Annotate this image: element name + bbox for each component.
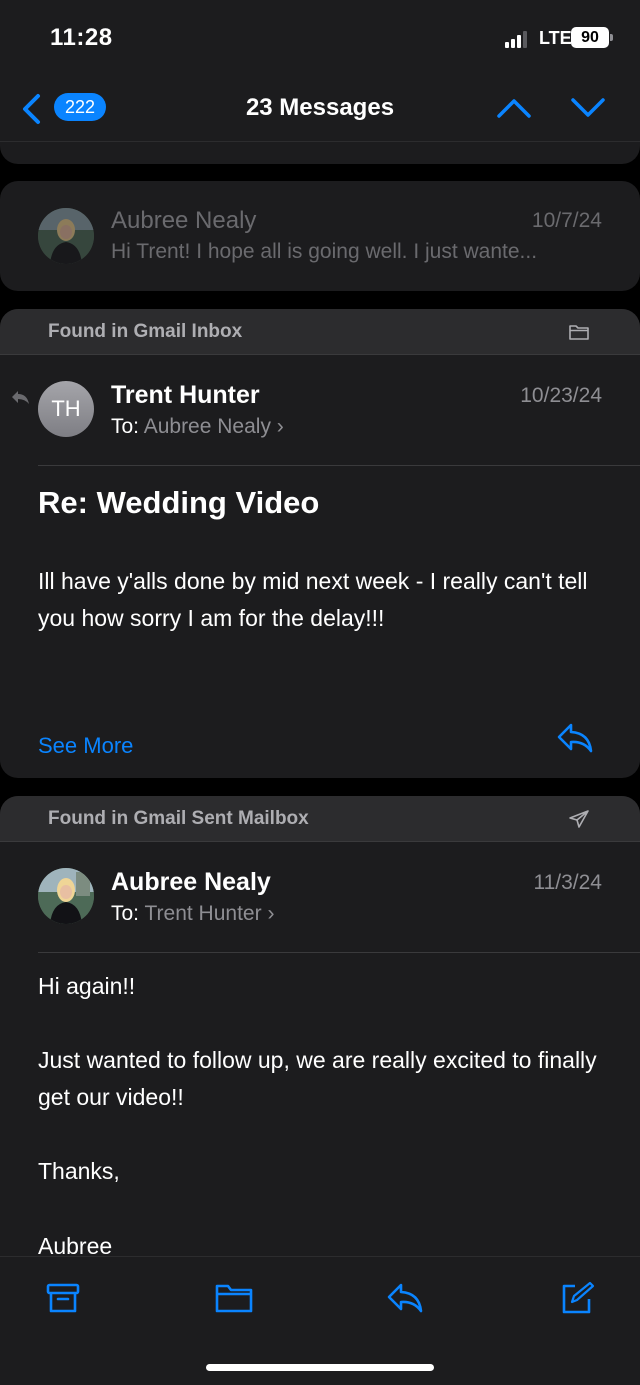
message-body-line: Thanks, <box>38 1158 120 1184</box>
to-label: To: <box>111 902 140 925</box>
compose-icon <box>562 1281 595 1314</box>
message-card: Found in Gmail Inbox TH Trent Hunter 10/… <box>0 309 640 778</box>
chevron-up-icon <box>497 99 531 118</box>
recipient-line[interactable]: To: Trent Hunter › <box>111 902 274 926</box>
mailbox-label: Found in Gmail Inbox <box>48 321 243 342</box>
message-date: 10/7/24 <box>531 209 602 232</box>
message-card: Found in Gmail Sent Mailbox Aubree Nealy… <box>0 796 640 1316</box>
mailbox-header: Found in Gmail Sent Mailbox <box>0 796 640 842</box>
recipient-name[interactable]: Aubree Nealy <box>144 415 271 438</box>
next-message-button[interactable] <box>570 96 606 120</box>
see-more-link[interactable]: See More <box>38 733 133 759</box>
previous-card-edge <box>0 142 640 164</box>
folder-icon <box>568 323 590 341</box>
divider <box>38 952 640 953</box>
chevron-right-icon: › <box>267 902 275 925</box>
reply-icon <box>557 723 593 753</box>
reply-icon <box>387 1283 423 1313</box>
recipient-line[interactable]: To: Aubree Nealy › <box>111 415 284 439</box>
message-snippet: Hi Trent! I hope all is going well. I ju… <box>111 240 538 263</box>
message-body-line: Just wanted to follow up, we are really … <box>38 1047 597 1110</box>
message-body: Ill have y'alls done by mid next week - … <box>38 568 588 631</box>
archive-button[interactable] <box>45 1281 81 1315</box>
network-type: LTE <box>539 28 572 48</box>
avatar <box>38 208 94 264</box>
status-bar: 11:28 LTE 90 <box>0 0 640 80</box>
previous-message-button[interactable] <box>496 96 532 120</box>
message-sender[interactable]: Trent Hunter <box>111 381 260 410</box>
message-subject: Re: Wedding Video <box>38 485 320 520</box>
folder-icon <box>215 1284 253 1313</box>
avatar <box>38 868 94 924</box>
nav-bar: 222 23 Messages <box>0 80 640 142</box>
message-date: 11/3/24 <box>533 871 602 894</box>
chevron-down-icon <box>571 98 605 117</box>
message-sender: Aubree Nealy <box>111 207 257 234</box>
home-indicator[interactable] <box>206 1364 434 1371</box>
reply-button[interactable] <box>386 1281 423 1315</box>
mailbox-header: Found in Gmail Inbox <box>0 309 640 355</box>
page-title: 23 Messages <box>245 94 395 121</box>
recipient-name[interactable]: Trent Hunter <box>144 902 261 925</box>
battery-icon: 90 <box>571 27 609 48</box>
paper-plane-icon <box>568 810 590 828</box>
compose-button[interactable] <box>559 1281 595 1315</box>
battery-tip <box>610 34 613 41</box>
move-to-folder-button[interactable] <box>215 1281 253 1315</box>
message-date: 10/23/24 <box>520 384 602 407</box>
status-time: 11:28 <box>50 24 113 51</box>
collapsed-message[interactable]: Aubree Nealy 10/7/24 Hi Trent! I hope al… <box>0 181 640 291</box>
replied-icon <box>10 389 30 405</box>
archive-icon <box>46 1283 80 1313</box>
divider <box>38 465 640 466</box>
message-sender[interactable]: Aubree Nealy <box>111 868 271 897</box>
cellular-signal-icon <box>505 30 531 48</box>
chevron-right-icon: › <box>276 415 284 438</box>
avatar: TH <box>38 381 94 437</box>
to-label: To: <box>111 415 140 438</box>
reply-button[interactable] <box>556 722 594 754</box>
message-body-line: Hi again!! <box>38 973 136 999</box>
mailbox-label: Found in Gmail Sent Mailbox <box>48 808 309 829</box>
